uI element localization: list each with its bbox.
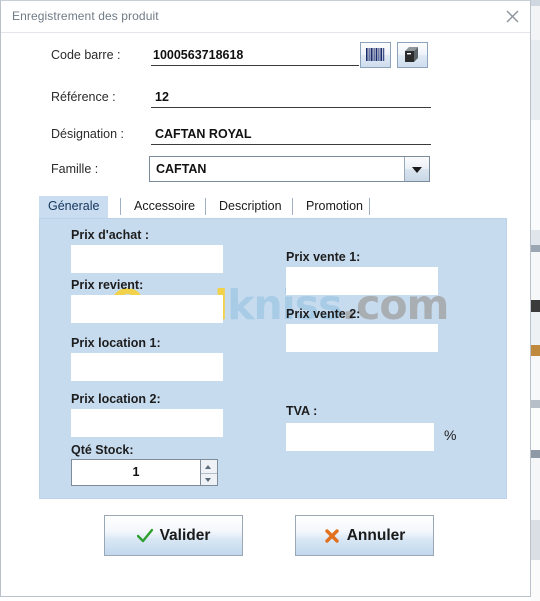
label-designation: Désignation : <box>51 127 124 141</box>
qte-stock-value[interactable]: 1 <box>71 459 201 486</box>
tab-separator <box>292 198 293 215</box>
tab-separator <box>120 198 121 215</box>
label-prix-achat: Prix d'achat : <box>71 228 149 242</box>
underline-designation <box>151 144 431 145</box>
famille-selected-value: CAFTAN <box>156 162 207 176</box>
label-reference: Référence : <box>51 90 116 104</box>
input-prix-vente-1[interactable] <box>286 267 438 295</box>
label-tva: TVA : <box>286 404 318 418</box>
label-prix-vente-1: Prix vente 1: <box>286 250 361 264</box>
background-application-strip <box>531 0 540 601</box>
product-registration-dialog: Enregistrement des produit Code barre : … <box>0 0 531 597</box>
input-prix-location-1[interactable] <box>71 353 223 381</box>
window-title: Enregistrement des produit <box>12 9 159 23</box>
input-prix-location-2[interactable] <box>71 409 223 437</box>
label-qte-stock: Qté Stock: <box>71 443 134 457</box>
label-prix-location-1: Prix location 1: <box>71 336 161 350</box>
annuler-label: Annuler <box>346 526 406 544</box>
stepper-buttons[interactable] <box>201 459 218 486</box>
percent-symbol: % <box>444 427 457 443</box>
label-famille: Famille : <box>51 162 99 176</box>
check-icon <box>136 528 153 542</box>
famille-select[interactable]: CAFTAN <box>149 156 430 182</box>
package-box-icon[interactable] <box>397 42 428 68</box>
underline-code-barre <box>151 65 359 66</box>
valider-button[interactable]: Valider <box>104 515 243 556</box>
stepper-up-icon[interactable] <box>201 460 217 473</box>
annuler-button[interactable]: Annuler <box>295 515 434 556</box>
label-prix-location-2: Prix location 2: <box>71 392 161 406</box>
stepper-down-icon[interactable] <box>201 473 217 486</box>
input-prix-revient[interactable] <box>71 295 223 323</box>
input-prix-vente-2[interactable] <box>286 324 438 352</box>
input-prix-achat[interactable] <box>71 245 223 273</box>
cross-icon <box>325 528 339 543</box>
title-bar: Enregistrement des produit <box>1 1 530 33</box>
underline-reference <box>151 107 431 108</box>
chevron-down-icon[interactable] <box>404 157 429 181</box>
tab-strip: Génerale Accessoire Description Promotio… <box>39 196 507 218</box>
valider-label: Valider <box>159 526 211 544</box>
tab-separator <box>205 198 206 215</box>
barcode-icon[interactable] <box>360 42 391 68</box>
tab-separator <box>369 198 370 215</box>
tab-promotion[interactable]: Promotion <box>297 196 372 218</box>
general-tab-panel: Ouedkniss.com Prix d'achat : Prix revien… <box>39 218 507 499</box>
qte-stock-stepper[interactable]: 1 <box>71 459 223 486</box>
tab-description[interactable]: Description <box>210 196 291 218</box>
label-prix-vente-2: Prix vente 2: <box>286 307 361 321</box>
close-icon[interactable] <box>498 3 526 29</box>
tab-accessoire[interactable]: Accessoire <box>125 196 204 218</box>
tab-generale[interactable]: Génerale <box>39 196 109 218</box>
label-code-barre: Code barre : <box>51 48 121 62</box>
value-designation[interactable]: CAFTAN ROYAL <box>155 127 252 141</box>
value-code-barre[interactable]: 1000563718618 <box>153 48 243 62</box>
input-tva[interactable] <box>286 423 434 451</box>
label-prix-revient: Prix revient: <box>71 278 144 292</box>
value-reference[interactable]: 12 <box>155 90 169 104</box>
